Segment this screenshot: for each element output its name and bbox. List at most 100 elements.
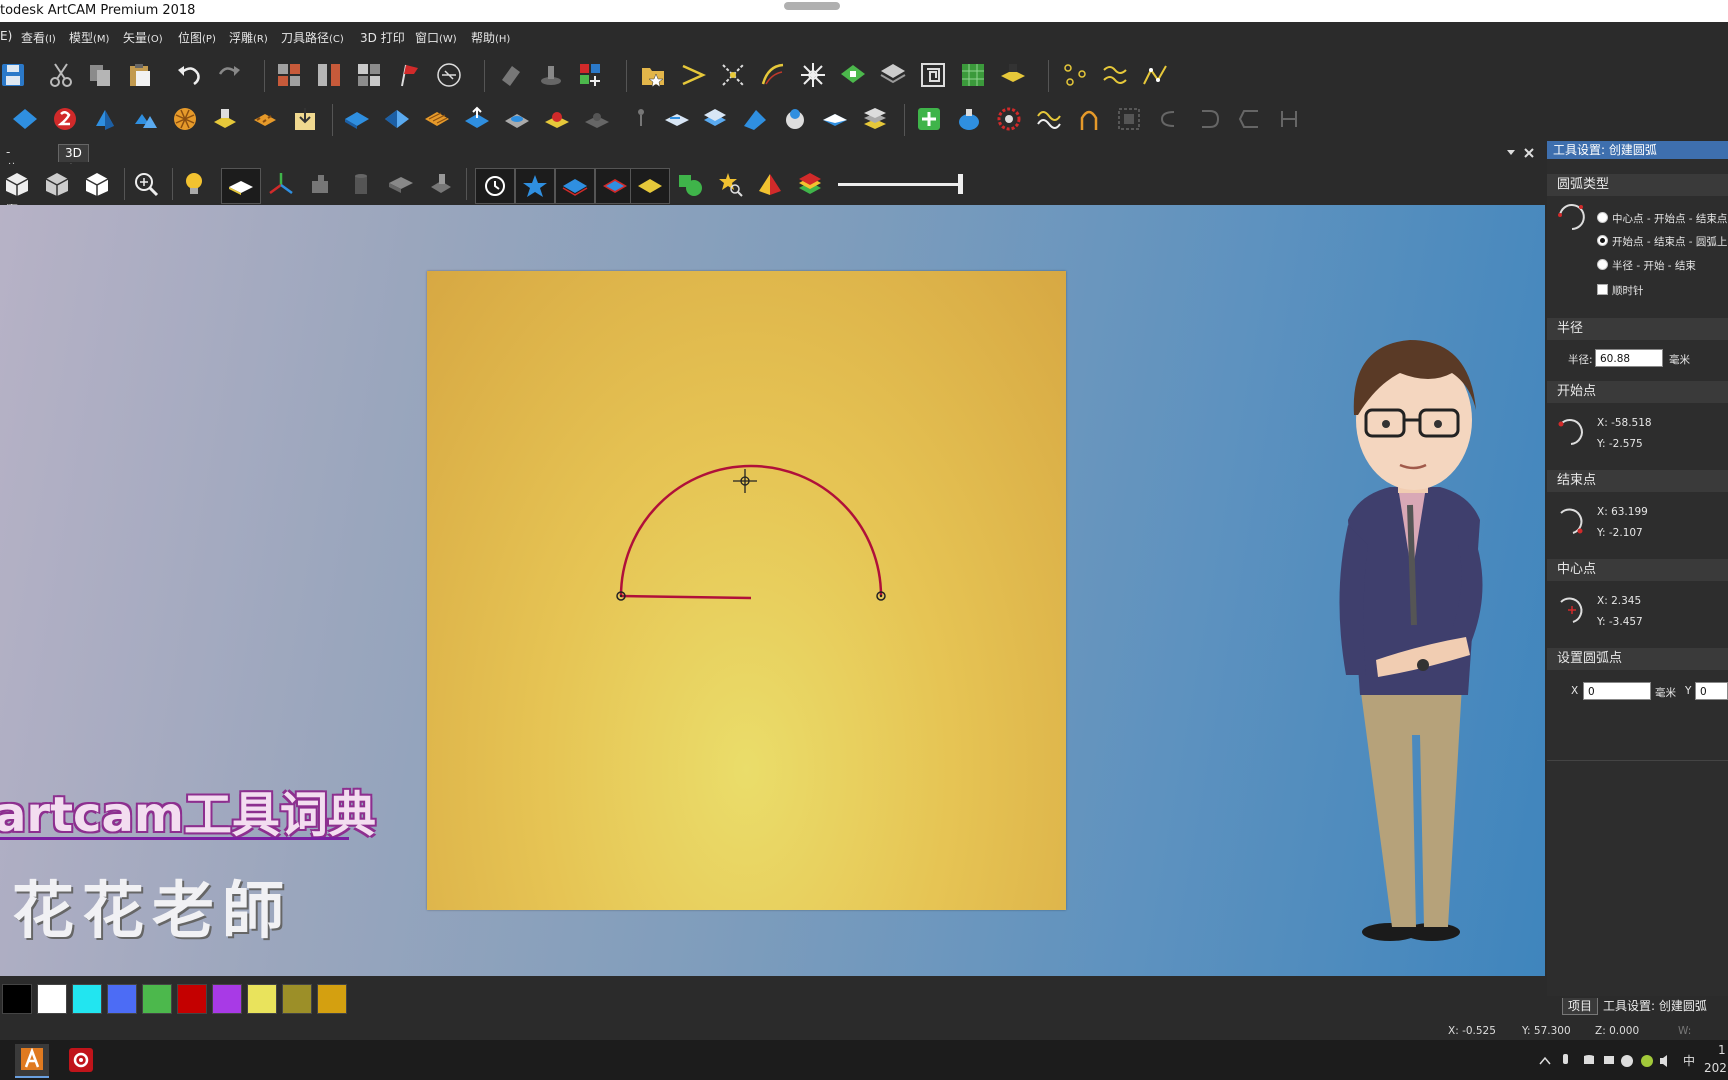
relief-layers-icon[interactable] bbox=[880, 62, 906, 88]
blue-bottle-icon[interactable] bbox=[956, 106, 982, 132]
arc-type-option-center[interactable]: 中心点 - 开始点 - 结束点 bbox=[1612, 211, 1727, 226]
swatch-olive[interactable] bbox=[282, 984, 312, 1014]
copy-icon[interactable] bbox=[87, 62, 113, 88]
add-green-icon[interactable] bbox=[916, 106, 942, 132]
red-layer-toggle[interactable] bbox=[595, 168, 635, 204]
bitmap-grid-icon[interactable] bbox=[276, 62, 302, 88]
cut-icon[interactable] bbox=[48, 62, 74, 88]
cylinder-icon[interactable] bbox=[348, 171, 374, 197]
curve-vector-icon[interactable] bbox=[760, 62, 786, 88]
texture-icon[interactable] bbox=[252, 106, 278, 132]
taskbar-recorder[interactable] bbox=[64, 1044, 98, 1076]
paste-icon[interactable] bbox=[127, 62, 153, 88]
3d-viewport[interactable]: artcam工具词典 花花老師 bbox=[0, 205, 1545, 976]
tray-volume-icon[interactable] bbox=[1660, 1055, 1667, 1067]
redo-icon[interactable] bbox=[216, 62, 242, 88]
star-vector-icon[interactable] bbox=[800, 62, 826, 88]
erase-icon[interactable] bbox=[498, 62, 524, 88]
set-arc-x-input[interactable]: 0 bbox=[1583, 682, 1651, 700]
tray-app-icon[interactable] bbox=[1641, 1055, 1653, 1067]
swatch-cyan[interactable] bbox=[72, 984, 102, 1014]
arch-icon[interactable] bbox=[1076, 106, 1102, 132]
open-folder-icon[interactable] bbox=[640, 62, 666, 88]
clockwise-checkbox[interactable] bbox=[1597, 284, 1608, 295]
blue-layer-toggle[interactable] bbox=[555, 168, 595, 204]
swatch-white[interactable] bbox=[37, 984, 67, 1014]
subtract-relief-icon[interactable] bbox=[384, 106, 410, 132]
yellow-relief-icon[interactable] bbox=[1000, 62, 1026, 88]
block-tool-icon[interactable] bbox=[428, 171, 454, 197]
tab-3d-view[interactable]: 3D查看 bbox=[58, 144, 89, 194]
radius-input[interactable]: 60.88 bbox=[1595, 349, 1663, 367]
swatch-red[interactable] bbox=[177, 984, 207, 1014]
trim-vector-icon[interactable] bbox=[720, 62, 746, 88]
light-bulb-icon[interactable] bbox=[181, 171, 207, 197]
tile-icon[interactable] bbox=[356, 62, 382, 88]
tray-qq-icon[interactable] bbox=[1621, 1055, 1633, 1067]
menu-item-bitmap[interactable]: 位图(P) bbox=[178, 29, 216, 46]
zoom-icon[interactable] bbox=[133, 171, 159, 197]
dome-relief-icon[interactable] bbox=[544, 106, 570, 132]
swatch-green[interactable] bbox=[142, 984, 172, 1014]
swatch-black[interactable] bbox=[2, 984, 32, 1014]
view-front-cube-icon[interactable] bbox=[44, 171, 70, 197]
flag-icon[interactable] bbox=[396, 62, 422, 88]
pin-icon[interactable] bbox=[628, 106, 654, 132]
green-shapes-icon[interactable] bbox=[677, 171, 703, 197]
offset-relief-icon[interactable] bbox=[664, 106, 690, 132]
arc-type-option-start-end[interactable]: 开始点 - 结束点 - 圆弧上 bbox=[1612, 234, 1727, 249]
arc-vector[interactable] bbox=[619, 464, 883, 597]
color-layers-icon[interactable] bbox=[797, 171, 823, 197]
dimension-icon[interactable] bbox=[436, 62, 462, 88]
view-top-cube-icon[interactable] bbox=[84, 171, 110, 197]
menu-item-relief[interactable]: 浮雕(R) bbox=[229, 29, 268, 46]
menu-item-toolpath[interactable]: 刀具路径(C) bbox=[281, 29, 344, 46]
shape-d-icon[interactable] bbox=[1196, 106, 1222, 132]
stripes-relief-icon[interactable] bbox=[424, 106, 450, 132]
arc-type-radio-radius[interactable] bbox=[1597, 259, 1608, 270]
tab-project[interactable]: 项目 bbox=[1562, 998, 1599, 1015]
import-relief-icon[interactable] bbox=[292, 106, 318, 132]
menu-item-model[interactable]: 模型(M) bbox=[69, 29, 109, 46]
color-pyramid-icon[interactable] bbox=[757, 171, 783, 197]
red-target-icon[interactable] bbox=[996, 106, 1022, 132]
star-view-toggle[interactable] bbox=[515, 168, 555, 204]
raise-relief-icon[interactable] bbox=[464, 106, 490, 132]
axes-icon[interactable] bbox=[268, 171, 294, 197]
view-slider-handle[interactable] bbox=[958, 174, 963, 194]
arc-type-radio-center[interactable] bbox=[1597, 212, 1608, 223]
menu-item-3d-print[interactable]: 3D 打印 bbox=[360, 29, 405, 46]
layers-split-icon[interactable] bbox=[316, 62, 342, 88]
tray-keyboard-icon[interactable] bbox=[1604, 1056, 1614, 1064]
weave-icon[interactable] bbox=[172, 106, 198, 132]
yellow-plate-toggle[interactable] bbox=[630, 168, 670, 204]
arc-type-radio-start-end[interactable] bbox=[1597, 235, 1608, 246]
tray-time[interactable]: 1 bbox=[1718, 1043, 1726, 1057]
swatch-blue[interactable] bbox=[107, 984, 137, 1014]
close-icon[interactable] bbox=[1524, 148, 1534, 158]
menu-item-file[interactable]: E) bbox=[0, 29, 12, 43]
tab-bitmap-layer[interactable]: - 位图层 bbox=[0, 144, 24, 210]
polyline-icon[interactable] bbox=[1142, 62, 1168, 88]
shape-bracket-icon[interactable] bbox=[1236, 106, 1262, 132]
tray-expand-icon[interactable] bbox=[1539, 1056, 1551, 1065]
slope-relief-icon[interactable] bbox=[742, 106, 768, 132]
menu-item-window[interactable]: 窗口(W) bbox=[415, 29, 457, 46]
shape-c-icon[interactable] bbox=[1156, 106, 1182, 132]
two-rail-icon[interactable] bbox=[132, 106, 158, 132]
stamp-icon[interactable] bbox=[538, 62, 564, 88]
flat-relief-icon[interactable] bbox=[822, 106, 848, 132]
angle-vector-icon[interactable] bbox=[680, 62, 706, 88]
tray-notification-icon[interactable] bbox=[1584, 1055, 1594, 1064]
swatch-yellow[interactable] bbox=[247, 984, 277, 1014]
menu-item-view[interactable]: 查看(I) bbox=[21, 29, 56, 46]
shaded-toggle[interactable] bbox=[221, 168, 261, 204]
taskbar-artcam[interactable] bbox=[15, 1044, 49, 1078]
view-iso-cube-icon[interactable] bbox=[4, 171, 30, 197]
undo-icon[interactable] bbox=[176, 62, 202, 88]
gray-box-icon[interactable] bbox=[388, 171, 414, 197]
add-color-icon[interactable] bbox=[578, 62, 604, 88]
window-grip-handle[interactable] bbox=[784, 2, 840, 10]
clock-view-toggle[interactable] bbox=[475, 168, 515, 204]
text-relief-icon[interactable] bbox=[52, 106, 78, 132]
